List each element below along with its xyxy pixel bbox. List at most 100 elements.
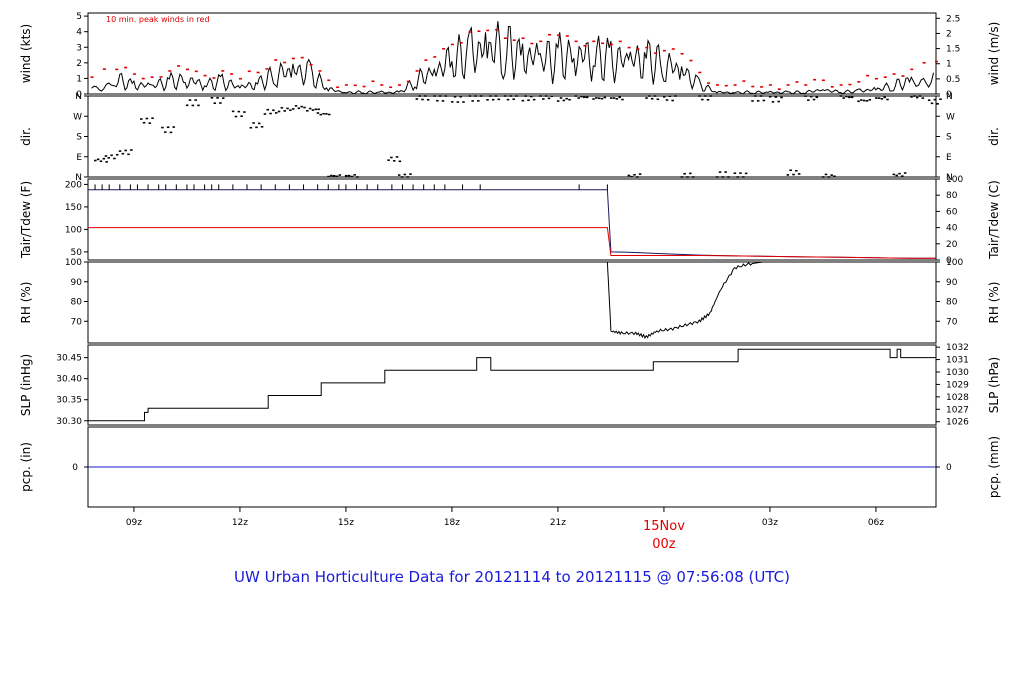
peak-wind-point: [883, 76, 887, 79]
direction-point: [727, 176, 730, 178]
peak-wind-point: [291, 57, 295, 60]
peak-wind-point: [309, 63, 313, 66]
direction-point: [539, 95, 542, 97]
direction-point: [662, 96, 666, 98]
direction-point: [308, 107, 312, 110]
direction-point: [316, 112, 320, 114]
chart-title: UW Urban Horticulture Data for 20121114 …: [234, 568, 790, 586]
peak-wind-point: [415, 70, 419, 72]
y-axis-label-right: pcp. (mm): [987, 436, 1001, 498]
peak-wind-point: [512, 39, 516, 41]
y-tick-label-left: 30.30: [56, 417, 82, 427]
direction-point: [883, 96, 886, 99]
direction-point: [562, 99, 566, 102]
y-tick-label-left: 90: [71, 278, 83, 288]
direction-point: [151, 117, 154, 119]
direction-point: [780, 96, 783, 99]
direction-point: [255, 126, 258, 129]
peak-wind-point: [857, 81, 861, 83]
direction-point: [683, 172, 686, 175]
direction-point: [901, 175, 904, 177]
direction-point: [777, 100, 780, 103]
peak-wind-point: [344, 84, 348, 86]
direction-point: [105, 161, 108, 163]
direction-point: [303, 106, 306, 109]
y-tick-label-left: W: [73, 112, 82, 122]
direction-point: [289, 109, 292, 112]
direction-point: [671, 99, 674, 102]
direction-point: [674, 95, 677, 97]
x-tick-label: 12z: [232, 518, 248, 528]
weather-chart: wind (kts) wind (m/s) 0 1 2 3 4 5 0 0.5 1 1.5 2 2.5 10…: [0, 0, 1024, 700]
direction-point: [400, 176, 404, 178]
peak-wind-point: [389, 86, 393, 89]
direction-point: [421, 98, 424, 101]
direction-point: [645, 97, 648, 99]
direction-point: [583, 96, 586, 99]
direction-point: [721, 176, 725, 178]
y-tick-label-left: 30.40: [56, 375, 82, 385]
y-tick-label-left: 150: [65, 203, 82, 213]
y-tick-label-left: 1: [76, 74, 82, 84]
direction-point: [927, 99, 931, 102]
x-tick-label: 15z: [338, 518, 354, 528]
direction-point: [754, 95, 757, 97]
y-tick-label-left: 3: [76, 43, 82, 53]
direction-point: [477, 100, 480, 102]
direction-point: [94, 159, 97, 162]
peak-wind-point: [90, 76, 94, 78]
direction-point: [124, 149, 127, 152]
y-tick-label-right: E: [946, 153, 952, 163]
y-tick-label-left: 100: [65, 258, 82, 268]
y-tick-label-right: 90: [946, 278, 958, 288]
peak-wind-point: [283, 61, 287, 64]
direction-point: [403, 173, 407, 176]
direction-point: [715, 176, 719, 178]
y-axis-label-left: SLP (inHg): [19, 354, 33, 416]
direction-point: [842, 97, 845, 99]
direction-point: [234, 115, 238, 118]
direction-point: [771, 101, 775, 103]
direction-point: [636, 176, 639, 178]
direction-point: [565, 97, 568, 100]
peak-wind-point: [689, 59, 693, 62]
peak-wind-point: [922, 62, 926, 64]
direction-point: [113, 157, 116, 160]
direction-point: [252, 122, 255, 124]
direction-point: [848, 96, 851, 99]
peak-wind-point: [102, 68, 106, 70]
direction-point: [397, 174, 401, 176]
direction-point: [786, 174, 790, 176]
direction-point: [530, 95, 533, 98]
peak-wind-point: [574, 40, 578, 43]
direction-point: [559, 97, 563, 99]
y-axis-label-left: wind (kts): [19, 24, 33, 83]
direction-point: [314, 108, 318, 111]
direction-point: [272, 109, 275, 112]
direction-point: [532, 98, 536, 101]
peak-wind-point: [662, 49, 666, 52]
direction-point: [350, 175, 354, 178]
direction-point: [166, 126, 170, 129]
peak-wind-point: [168, 70, 172, 72]
peak-wind-point: [495, 28, 499, 31]
peak-wind-point: [592, 40, 596, 43]
direction-point: [812, 98, 816, 101]
direction-point: [527, 99, 530, 102]
y-axis-label-left: pcp. (in): [19, 442, 33, 492]
direction-point: [709, 95, 713, 97]
x-tick-label: 18z: [444, 518, 460, 528]
direction-point: [865, 100, 869, 102]
panel-frame: [87, 344, 937, 426]
direction-point: [277, 110, 281, 113]
direction-point: [618, 96, 621, 99]
x-tick-label: 09z: [126, 518, 142, 528]
peak-wind-point: [786, 84, 790, 86]
direction-point: [258, 122, 261, 125]
direction-point: [392, 160, 396, 162]
direction-point: [213, 102, 216, 104]
y-tick-label-right: 2.5: [946, 14, 960, 24]
direction-point: [145, 117, 149, 120]
direction-point: [306, 109, 309, 112]
peak-wind-point: [203, 74, 207, 77]
